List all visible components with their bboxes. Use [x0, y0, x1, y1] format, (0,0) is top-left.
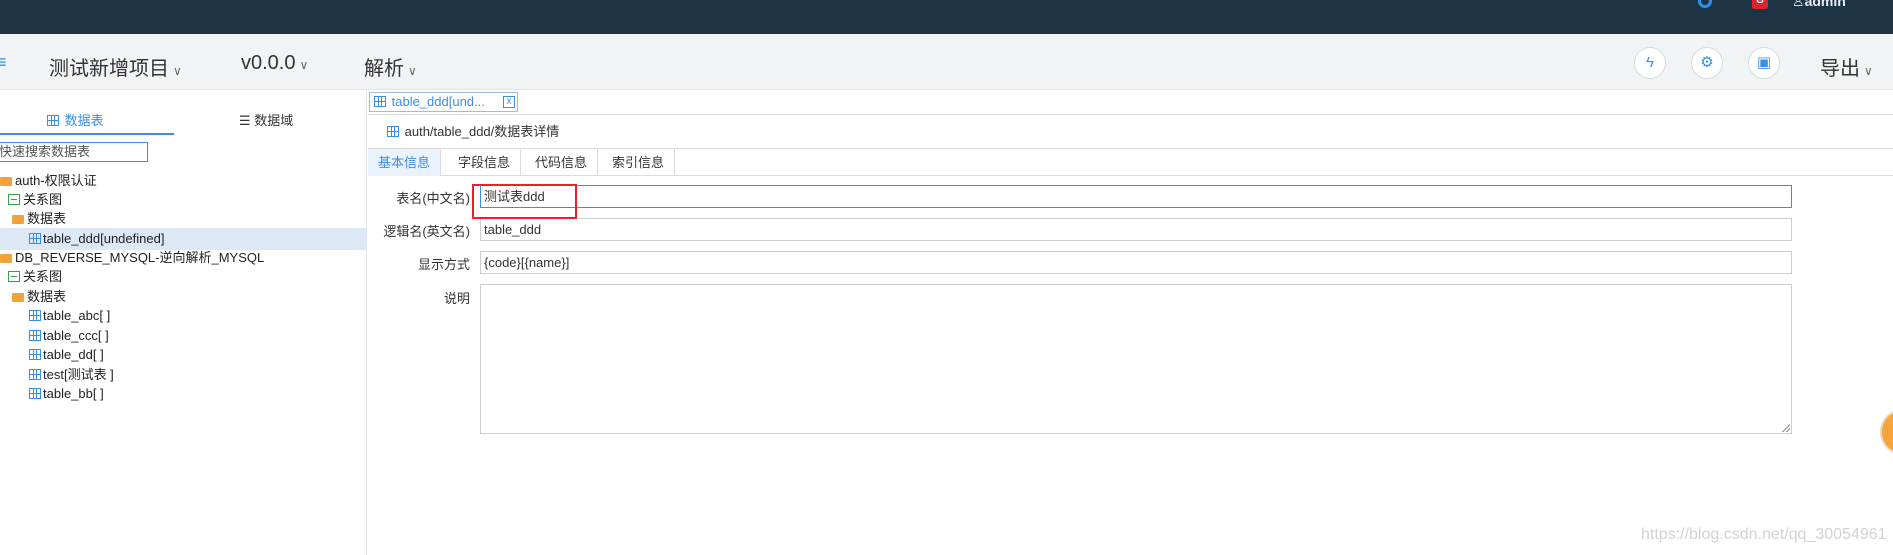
table-icon — [374, 96, 386, 107]
top-bar: G ♙admin — [0, 0, 1893, 34]
parse-menu-label: 解析 — [364, 58, 404, 80]
relation-diagram-icon — [8, 194, 20, 205]
app-header: ≡ 测试新增项目 ∨ v0.0.0 ∨ 解析 ∨ ϟ ⚙ ▣ 导出 ∨ — [0, 34, 1893, 90]
tab-domains[interactable]: ☰ 数据域 — [239, 110, 293, 129]
doc-tab-label: table_ddd[und... — [391, 94, 485, 109]
tree-item-label: table_ddd[undefined] — [43, 231, 165, 246]
en-name-input[interactable]: table_ddd — [480, 218, 1792, 241]
search-placeholder: 快速搜索数据表 — [0, 144, 91, 159]
watermark: https://blog.csdn.net/qq_30054961 — [1641, 526, 1887, 543]
export-menu[interactable]: 导出 ∨ — [1820, 52, 1873, 81]
project-name: 测试新增项目 — [49, 58, 169, 80]
version-label: v0.0.0 — [241, 52, 296, 74]
chevron-down-icon: ∨ — [408, 64, 417, 78]
chevron-down-icon: ∨ — [299, 58, 309, 72]
tree-item-table[interactable]: table_bb[ ] — [0, 383, 367, 405]
tree-item-label: DB_REVERSE_MYSQL-逆向解析_MYSQL — [15, 250, 265, 265]
left-panel: 数据表 ☰ 数据域 快速搜索数据表 auth-权限认证 关系图 数据表 tabl… — [0, 90, 367, 555]
tab-divider — [368, 114, 1893, 115]
description-textarea[interactable] — [480, 284, 1792, 434]
version-selector[interactable]: v0.0.0 ∨ — [241, 52, 308, 75]
tab-table-ddd[interactable]: table_ddd[und... x — [369, 92, 518, 112]
tree-item-label: table_dd[ ] — [43, 347, 104, 362]
breadcrumb-text: auth/table_ddd/数据表详情 — [404, 124, 560, 139]
en-name-label: 逻辑名(英文名) — [383, 224, 470, 239]
tree-item-label: table_bb[ ] — [43, 386, 104, 401]
parse-menu[interactable]: 解析 ∨ — [364, 52, 417, 81]
tree-item-label: 关系图 — [23, 269, 63, 284]
cn-name-label: 表名(中文名) — [396, 191, 470, 206]
user-menu[interactable]: ♙admin — [1792, 0, 1846, 10]
tree-item-label: table_ccc[ ] — [43, 328, 109, 343]
github-icon[interactable] — [1698, 0, 1712, 8]
gear-icon[interactable]: ⚙ — [1691, 47, 1723, 79]
display-mode-label: 显示方式 — [417, 257, 470, 272]
breadcrumb: auth/table_ddd/数据表详情 — [387, 121, 559, 140]
grid-icon — [47, 115, 59, 126]
tree-item-label: table_abc[ ] — [43, 308, 111, 323]
chevron-down-icon: ∨ — [1864, 64, 1873, 78]
tree-item-label: test[测试表 ] — [43, 367, 114, 382]
detail-tabs: 基本信息 字段信息 代码信息 索引信息 — [368, 148, 1893, 176]
tree-item-label: 关系图 — [23, 192, 63, 207]
tree-item-label: 数据表 — [27, 289, 67, 304]
lightning-icon[interactable]: ϟ — [1634, 47, 1666, 79]
folder-icon — [0, 177, 12, 186]
table-icon — [29, 388, 41, 399]
resize-grip-icon[interactable] — [1782, 424, 1790, 432]
description-label: 说明 — [443, 291, 470, 306]
annotation-highlight-box — [472, 184, 577, 219]
tab-label: 数据域 — [254, 113, 294, 128]
search-input[interactable]: 快速搜索数据表 — [0, 142, 148, 162]
table-icon — [29, 369, 41, 380]
relation-diagram-icon — [8, 271, 20, 282]
project-selector[interactable]: 测试新增项目 ∨ — [49, 52, 182, 81]
display-mode-input[interactable]: {code}[{name}] — [480, 251, 1792, 274]
gitee-icon[interactable]: G — [1752, 0, 1768, 9]
table-icon — [29, 310, 41, 321]
tree-item-tables-folder[interactable]: 数据表 — [0, 208, 367, 230]
export-menu-label: 导出 — [1820, 58, 1860, 80]
table-icon — [29, 330, 41, 341]
tab-basic-info[interactable]: 基本信息 — [368, 149, 442, 176]
cn-name-input[interactable]: 测试表ddd — [480, 185, 1792, 208]
table-icon — [387, 126, 399, 137]
chevron-down-icon: ∨ — [173, 64, 182, 78]
table-icon — [29, 349, 41, 360]
folder-icon — [0, 254, 12, 263]
tree-item-table[interactable]: table_abc[ ] — [0, 305, 367, 327]
tab-index-info[interactable]: 索引信息 — [602, 149, 676, 176]
menu-toggle-icon[interactable]: ≡ — [0, 52, 7, 73]
user-icon: ♙ — [1792, 0, 1805, 9]
tree-item-label: 数据表 — [27, 211, 67, 226]
tab-tables[interactable]: 数据表 — [47, 110, 104, 129]
tab-label: 数据表 — [64, 113, 104, 128]
floating-assistant-button[interactable] — [1880, 410, 1893, 454]
tree-item-label: auth-权限认证 — [15, 173, 97, 188]
tree-item-table[interactable]: table_dd[ ] — [0, 344, 367, 366]
tab-underline — [0, 133, 174, 135]
folder-icon — [12, 215, 24, 224]
table-icon — [29, 233, 41, 244]
tab-code-info[interactable]: 代码信息 — [525, 149, 599, 176]
close-icon[interactable]: x — [503, 96, 515, 108]
tree-item-relation[interactable]: 关系图 — [0, 266, 367, 288]
tab-field-info[interactable]: 字段信息 — [448, 149, 522, 176]
save-icon[interactable]: ▣ — [1748, 47, 1780, 79]
user-label: admin — [1804, 0, 1846, 9]
list-icon: ☰ — [239, 113, 251, 128]
folder-icon — [12, 293, 24, 302]
